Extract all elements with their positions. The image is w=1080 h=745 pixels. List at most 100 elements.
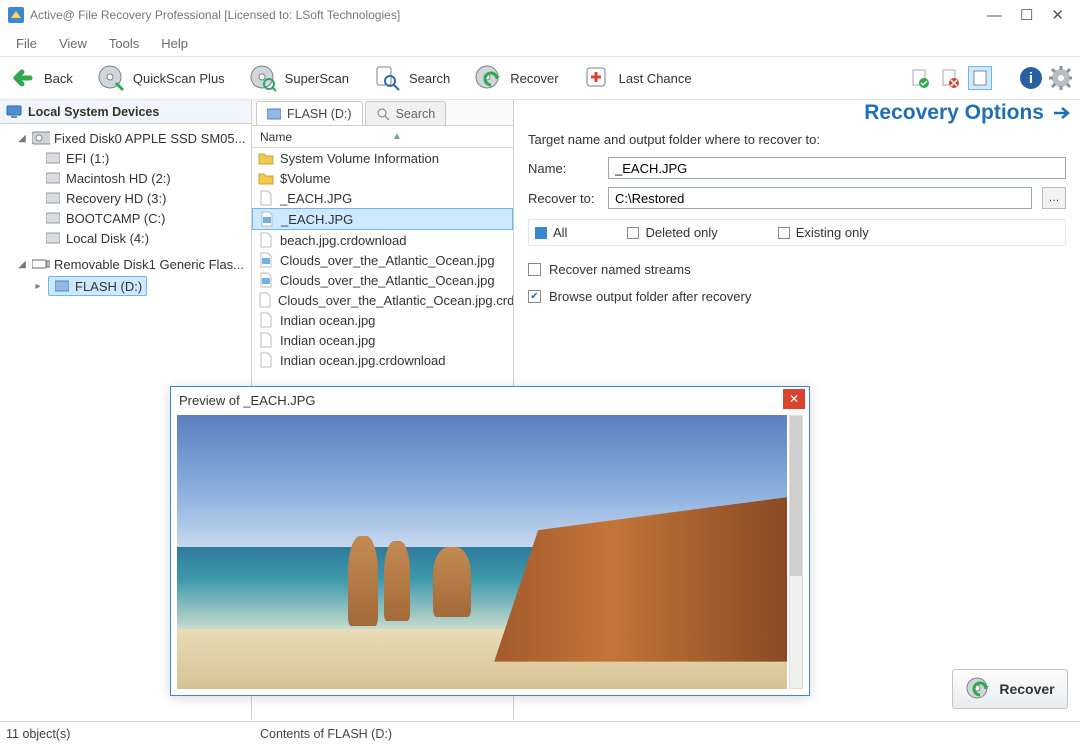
file-name: _EACH.JPG [280, 191, 352, 206]
tree-efi[interactable]: EFI (1:) [2, 148, 249, 168]
menu-view[interactable]: View [49, 33, 97, 54]
check-browse-output[interactable]: Browse output folder after recovery [528, 283, 1066, 310]
file-row[interactable]: Clouds_over_the_Atlantic_Ocean.jpg.crdow… [252, 290, 513, 310]
close-button[interactable]: ✕ [1051, 6, 1064, 24]
radio-icon [627, 227, 639, 239]
file-row[interactable]: Indian ocean.jpg [252, 330, 513, 350]
recover-action-button[interactable]: Recover [952, 669, 1068, 709]
tree-flash[interactable]: ▸ FLASH (D:) [2, 274, 249, 298]
file-row[interactable]: $Volume [252, 168, 513, 188]
expand-icon[interactable]: ▸ [32, 281, 44, 292]
disk-recover-icon [474, 64, 502, 92]
disk-superscan-icon [249, 64, 277, 92]
volume-icon [44, 170, 62, 186]
recover-button[interactable]: Recover [474, 64, 558, 92]
recover-label: Recover [510, 71, 558, 86]
window-title: Active@ File Recovery Professional [Lice… [30, 8, 987, 22]
menu-file[interactable]: File [6, 33, 47, 54]
arrow-right-icon[interactable] [1052, 106, 1070, 120]
tree-bootcamp[interactable]: BOOTCAMP (C:) [2, 208, 249, 228]
folder-icon [258, 150, 274, 166]
file-row[interactable]: Clouds_over_the_Atlantic_Ocean.jpg [252, 250, 513, 270]
minimize-button[interactable]: — [987, 7, 1002, 24]
disk-recover-icon [965, 676, 991, 702]
maximize-button[interactable]: ☐ [1020, 6, 1033, 24]
menu-help[interactable]: Help [151, 33, 198, 54]
expand-icon[interactable]: ◢ [16, 133, 28, 144]
file-name: $Volume [280, 171, 331, 186]
preview-window[interactable]: Preview of _EACH.JPG ✕ [170, 386, 810, 696]
statusbar: 11 object(s) Contents of FLASH (D:) [0, 721, 1080, 745]
image-icon [258, 252, 274, 268]
check-named-streams[interactable]: Recover named streams [528, 256, 1066, 283]
superscan-label: SuperScan [285, 71, 349, 86]
expand-icon[interactable]: ◢ [16, 259, 28, 270]
info-icon[interactable]: i [1018, 66, 1042, 90]
volume-icon [44, 190, 62, 206]
preview-title: Preview of _EACH.JPG [171, 387, 809, 413]
recoverto-field[interactable] [608, 187, 1032, 209]
superscan-button[interactable]: SuperScan [249, 64, 349, 92]
recovery-options-title: Recovery Options [864, 101, 1044, 125]
file-icon [258, 332, 274, 348]
recoverto-label: Recover to: [528, 191, 598, 206]
file-name: Indian ocean.jpg [280, 333, 375, 348]
tab-search[interactable]: Search [365, 101, 447, 125]
quickscan-button[interactable]: QuickScan Plus [97, 64, 225, 92]
lastchance-button[interactable]: Last Chance [583, 64, 692, 92]
file-row[interactable]: Indian ocean.jpg.crdownload [252, 350, 513, 370]
tree-disk1[interactable]: ◢ Removable Disk1 Generic Flas... [2, 254, 249, 274]
tree-flash-label: FLASH (D:) [75, 279, 142, 294]
file-name: Indian ocean.jpg [280, 313, 375, 328]
file-row[interactable]: beach.jpg.crdownload [252, 230, 513, 250]
quickscan-label: QuickScan Plus [133, 71, 225, 86]
file-row[interactable]: _EACH.JPG [252, 188, 513, 208]
disk-scan-icon [97, 64, 125, 92]
file-name: Indian ocean.jpg.crdownload [280, 353, 446, 368]
file-name: Clouds_over_the_Atlantic_Ocean.jpg.crdow… [278, 293, 513, 308]
list-header[interactable]: Name ▲ [252, 126, 513, 148]
usb-icon [32, 256, 50, 272]
back-button[interactable]: Back [8, 64, 73, 92]
radio-deleted[interactable]: Deleted only [627, 225, 717, 240]
radio-existing[interactable]: Existing only [778, 225, 869, 240]
back-label: Back [44, 71, 73, 86]
tree-recovery[interactable]: Recovery HD (3:) [2, 188, 249, 208]
file-icon [258, 190, 274, 206]
doc-sel-icon[interactable] [968, 66, 992, 90]
doc-ok-icon[interactable] [908, 66, 932, 90]
name-field[interactable] [608, 157, 1066, 179]
lastchance-label: Last Chance [619, 71, 692, 86]
file-row[interactable]: Indian ocean.jpg [252, 310, 513, 330]
status-contents: Contents of FLASH (D:) [252, 727, 392, 741]
file-row[interactable]: _EACH.JPG [252, 208, 513, 230]
doc-del-icon[interactable] [938, 66, 962, 90]
radio-all[interactable]: All [535, 225, 567, 240]
file-name: beach.jpg.crdownload [280, 233, 406, 248]
tree-macintosh[interactable]: Macintosh HD (2:) [2, 168, 249, 188]
sort-indicator-icon: ▲ [392, 131, 402, 142]
status-object-count: 11 object(s) [0, 727, 252, 741]
menubar: File View Tools Help [0, 30, 1080, 56]
browse-button[interactable]: … [1042, 187, 1066, 209]
file-row[interactable]: System Volume Information [252, 148, 513, 168]
search-button[interactable]: Search [373, 64, 450, 92]
settings-icon[interactable] [1048, 66, 1072, 90]
tab-flash[interactable]: FLASH (D:) [256, 101, 363, 125]
list-header-name: Name [260, 130, 292, 144]
volume-icon [44, 150, 62, 166]
tree-disk1-label: Removable Disk1 Generic Flas... [54, 257, 244, 272]
tree-disk0[interactable]: ◢ Fixed Disk0 APPLE SSD SM05... [2, 128, 249, 148]
menu-tools[interactable]: Tools [99, 33, 149, 54]
file-icon [258, 292, 272, 308]
search-icon [373, 64, 401, 92]
name-label: Name: [528, 161, 598, 176]
filter-radios: All Deleted only Existing only [528, 219, 1066, 246]
tree-localdisk[interactable]: Local Disk (4:) [2, 228, 249, 248]
preview-scrollbar[interactable] [789, 415, 803, 689]
file-name: _EACH.JPG [281, 212, 353, 227]
file-row[interactable]: Clouds_over_the_Atlantic_Ocean.jpg [252, 270, 513, 290]
recovery-hint: Target name and output folder where to r… [528, 132, 1066, 147]
preview-close-button[interactable]: ✕ [783, 389, 805, 409]
checkbox-icon [528, 263, 541, 276]
